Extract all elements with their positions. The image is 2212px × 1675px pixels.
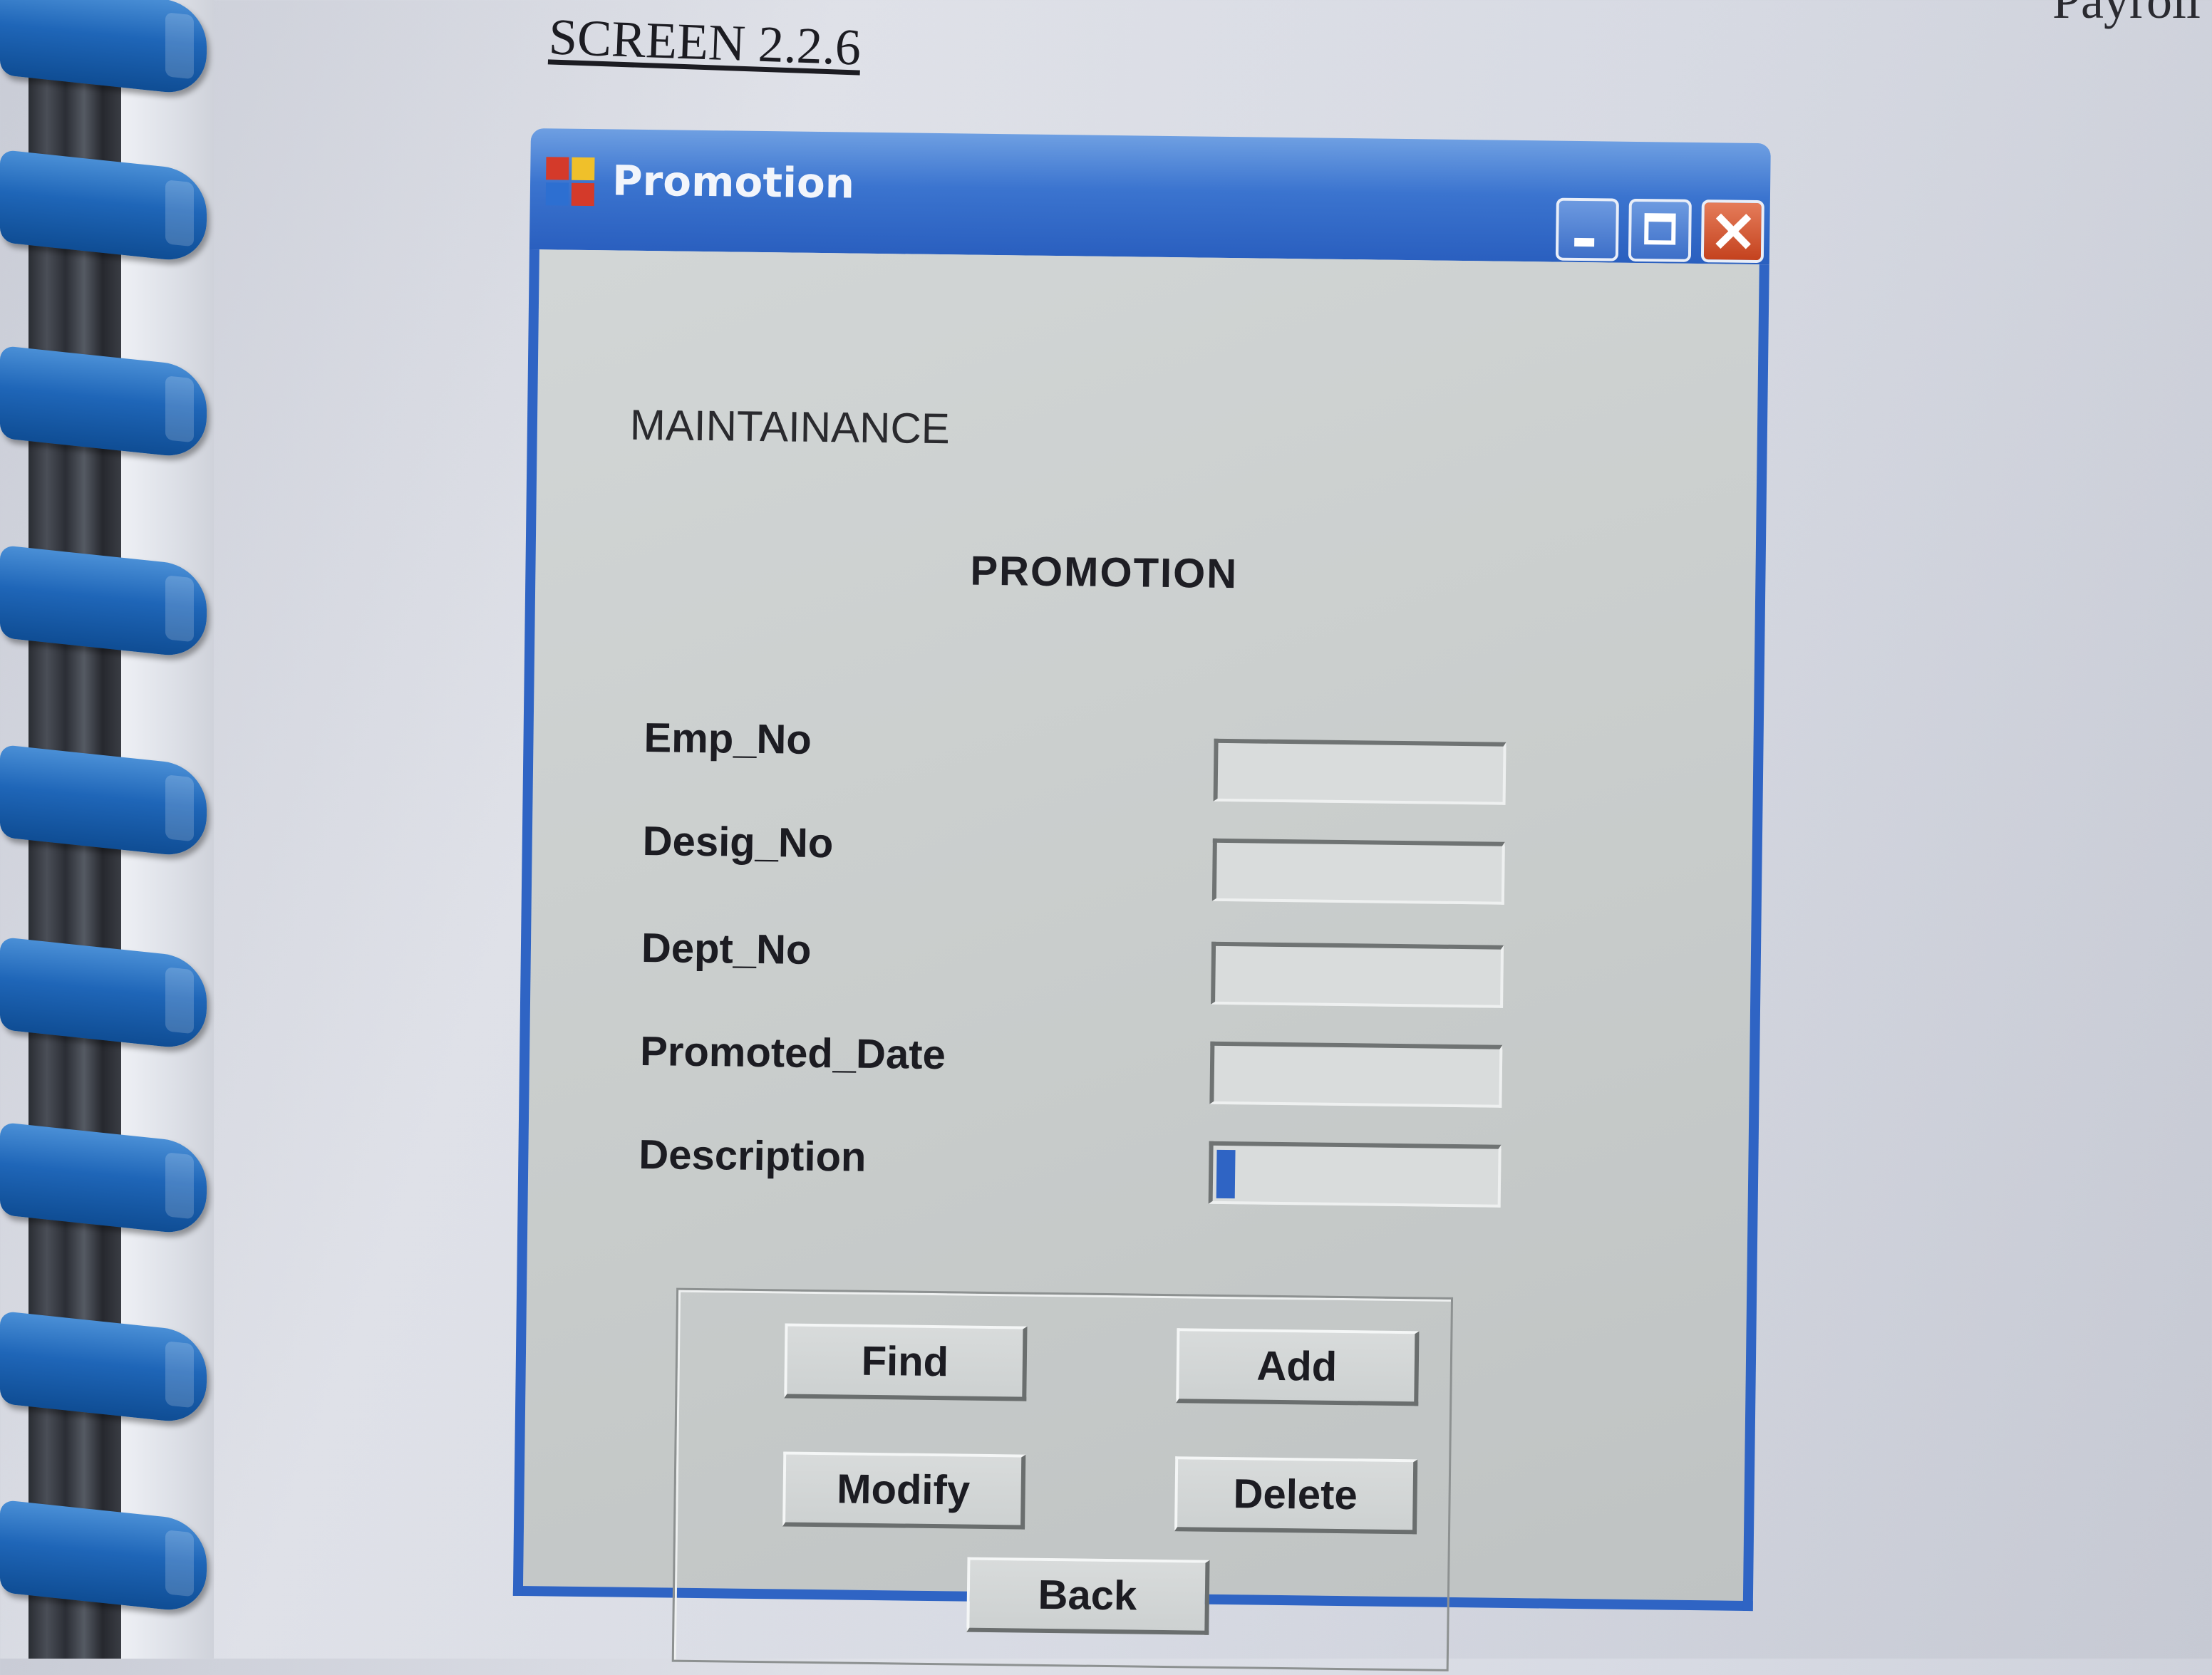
add-button[interactable]: Add [1176, 1328, 1420, 1406]
window-client-area: MAINTAINANCE PROMOTION Emp_No Desig_No D… [512, 249, 1769, 1671]
delete-button[interactable]: Delete [1174, 1456, 1418, 1535]
modify-button[interactable]: Modify [782, 1451, 1026, 1530]
promoted-date-input[interactable] [1209, 1041, 1503, 1108]
promoted-date-label: Promoted_Date [639, 1027, 946, 1079]
minimize-button[interactable] [1555, 197, 1619, 261]
description-input[interactable] [1208, 1141, 1502, 1208]
screen-heading: SCREEN 2.2.6 [547, 8, 862, 76]
dept-no-label: Dept_No [641, 924, 812, 973]
desig-no-input[interactable] [1211, 838, 1505, 905]
corner-page-text: Payroll [2052, 0, 2201, 29]
back-button[interactable]: Back [966, 1557, 1210, 1635]
form-title: PROMOTION [970, 547, 1239, 598]
find-button[interactable]: Find [784, 1323, 1028, 1401]
spiral-binding [0, 0, 214, 1659]
desig-no-label: Desig_No [642, 817, 834, 867]
action-button-group: Find Add Modify Delete Back [671, 1287, 1454, 1671]
window-title: Promotion [611, 156, 855, 208]
emp-no-input[interactable] [1213, 738, 1506, 805]
title-bar[interactable]: Promotion [529, 128, 1771, 265]
promotion-window: Promotion MAINTAINANCE PROMOTION Emp_No … [512, 128, 1771, 1671]
dept-no-input[interactable] [1211, 941, 1504, 1008]
text-cursor [1216, 1149, 1236, 1199]
app-grid-icon [545, 157, 596, 207]
maintainance-label: MAINTAINANCE [629, 400, 951, 453]
maximize-button[interactable] [1628, 198, 1692, 262]
emp-no-label: Emp_No [644, 715, 812, 763]
description-label: Description [639, 1131, 867, 1181]
close-button[interactable] [1700, 199, 1764, 264]
